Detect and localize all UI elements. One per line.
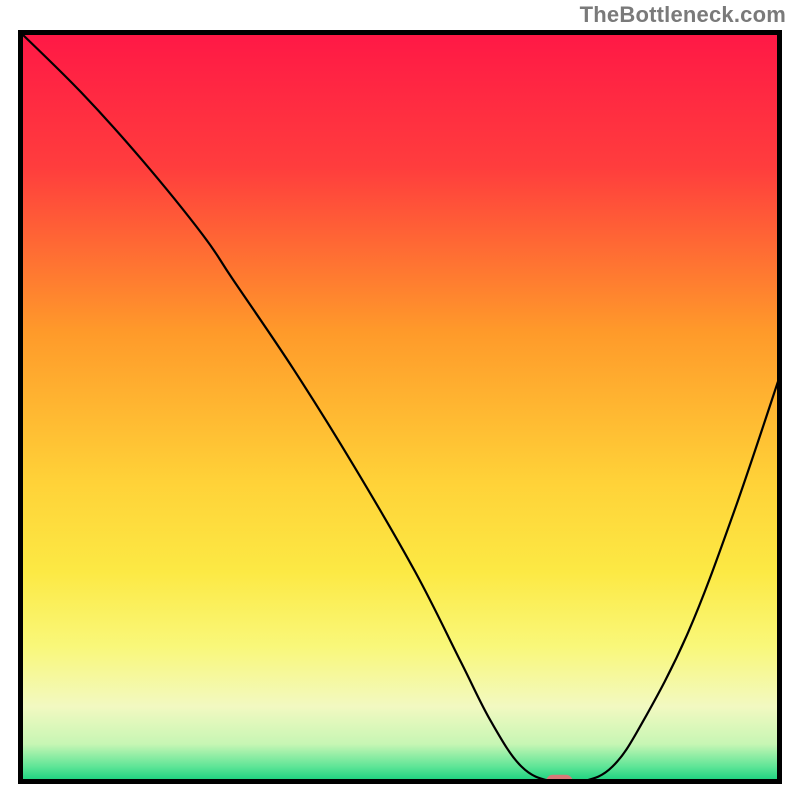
chart-frame: TheBottleneck.com	[0, 0, 800, 800]
watermark-text: TheBottleneck.com	[580, 2, 786, 28]
chart-plot-area	[18, 30, 782, 784]
chart-svg	[18, 30, 782, 784]
chart-background	[21, 33, 780, 782]
